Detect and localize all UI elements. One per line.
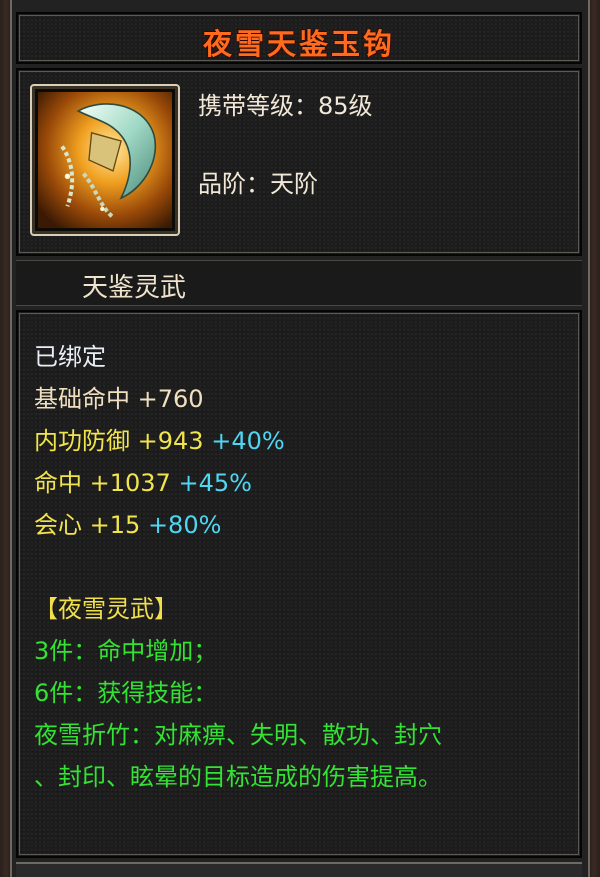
stat-value: +760	[137, 385, 204, 413]
stat-bonus: +80%	[147, 511, 222, 539]
set-name: 【夜雪灵武】	[34, 595, 178, 623]
item-name: 夜雪天鉴玉钩	[202, 27, 395, 61]
stat-hit: 命中 +1037 +45%	[34, 462, 442, 504]
carry-level-label: 携带等级	[198, 92, 294, 120]
stat-label: 内功防御	[34, 427, 130, 455]
item-grade: 品阶：天阶	[198, 164, 318, 199]
stat-value: +943	[137, 427, 204, 455]
stat-bonus: +40%	[211, 427, 285, 455]
item-header: 携带等级：85级 品阶：天阶	[16, 68, 582, 256]
grade-value: 天阶	[270, 170, 318, 198]
colon: ：	[294, 92, 318, 120]
item-icon-frame	[30, 84, 180, 236]
stat-label: 命中	[34, 469, 82, 497]
set-skill-line-1: 夜雪折竹：对麻痹、失明、散功、封穴	[34, 721, 442, 749]
carry-level-value: 85级	[318, 92, 373, 120]
set-bonus-3: 3件：命中增加；	[34, 637, 218, 665]
bottom-frame-strip	[16, 862, 582, 877]
stat-value: +1037	[89, 469, 171, 497]
bound-status: 已绑定	[34, 343, 106, 371]
stat-bonus: +45%	[178, 469, 252, 497]
stat-value: +15	[89, 511, 141, 539]
golden-hook-weapon-icon	[38, 92, 172, 228]
stat-label: 基础命中	[34, 385, 130, 413]
set-bonus-6: 6件：获得技能：	[34, 679, 218, 707]
carry-level: 携带等级：85级	[198, 86, 373, 121]
item-category-bar: 天鉴灵武	[16, 260, 582, 306]
stat-inner-defense: 内功防御 +943 +40%	[34, 420, 442, 462]
stat-label: 会心	[34, 511, 82, 539]
item-category: 天鉴灵武	[82, 273, 187, 303]
set-skill-line-2: 、封印、眩晕的目标造成的伤害提高。	[34, 763, 442, 791]
title-bar: 夜雪天鉴玉钩	[16, 12, 582, 64]
colon: ：	[246, 170, 270, 198]
stat-base-hit: 基础命中 +760	[34, 378, 442, 420]
stat-crit: 会心 +15 +80%	[34, 504, 442, 546]
item-stats-panel: 已绑定 基础命中 +760 内功防御 +943 +40% 命中 +1037 +4…	[16, 310, 582, 858]
grade-label: 品阶	[198, 170, 246, 198]
